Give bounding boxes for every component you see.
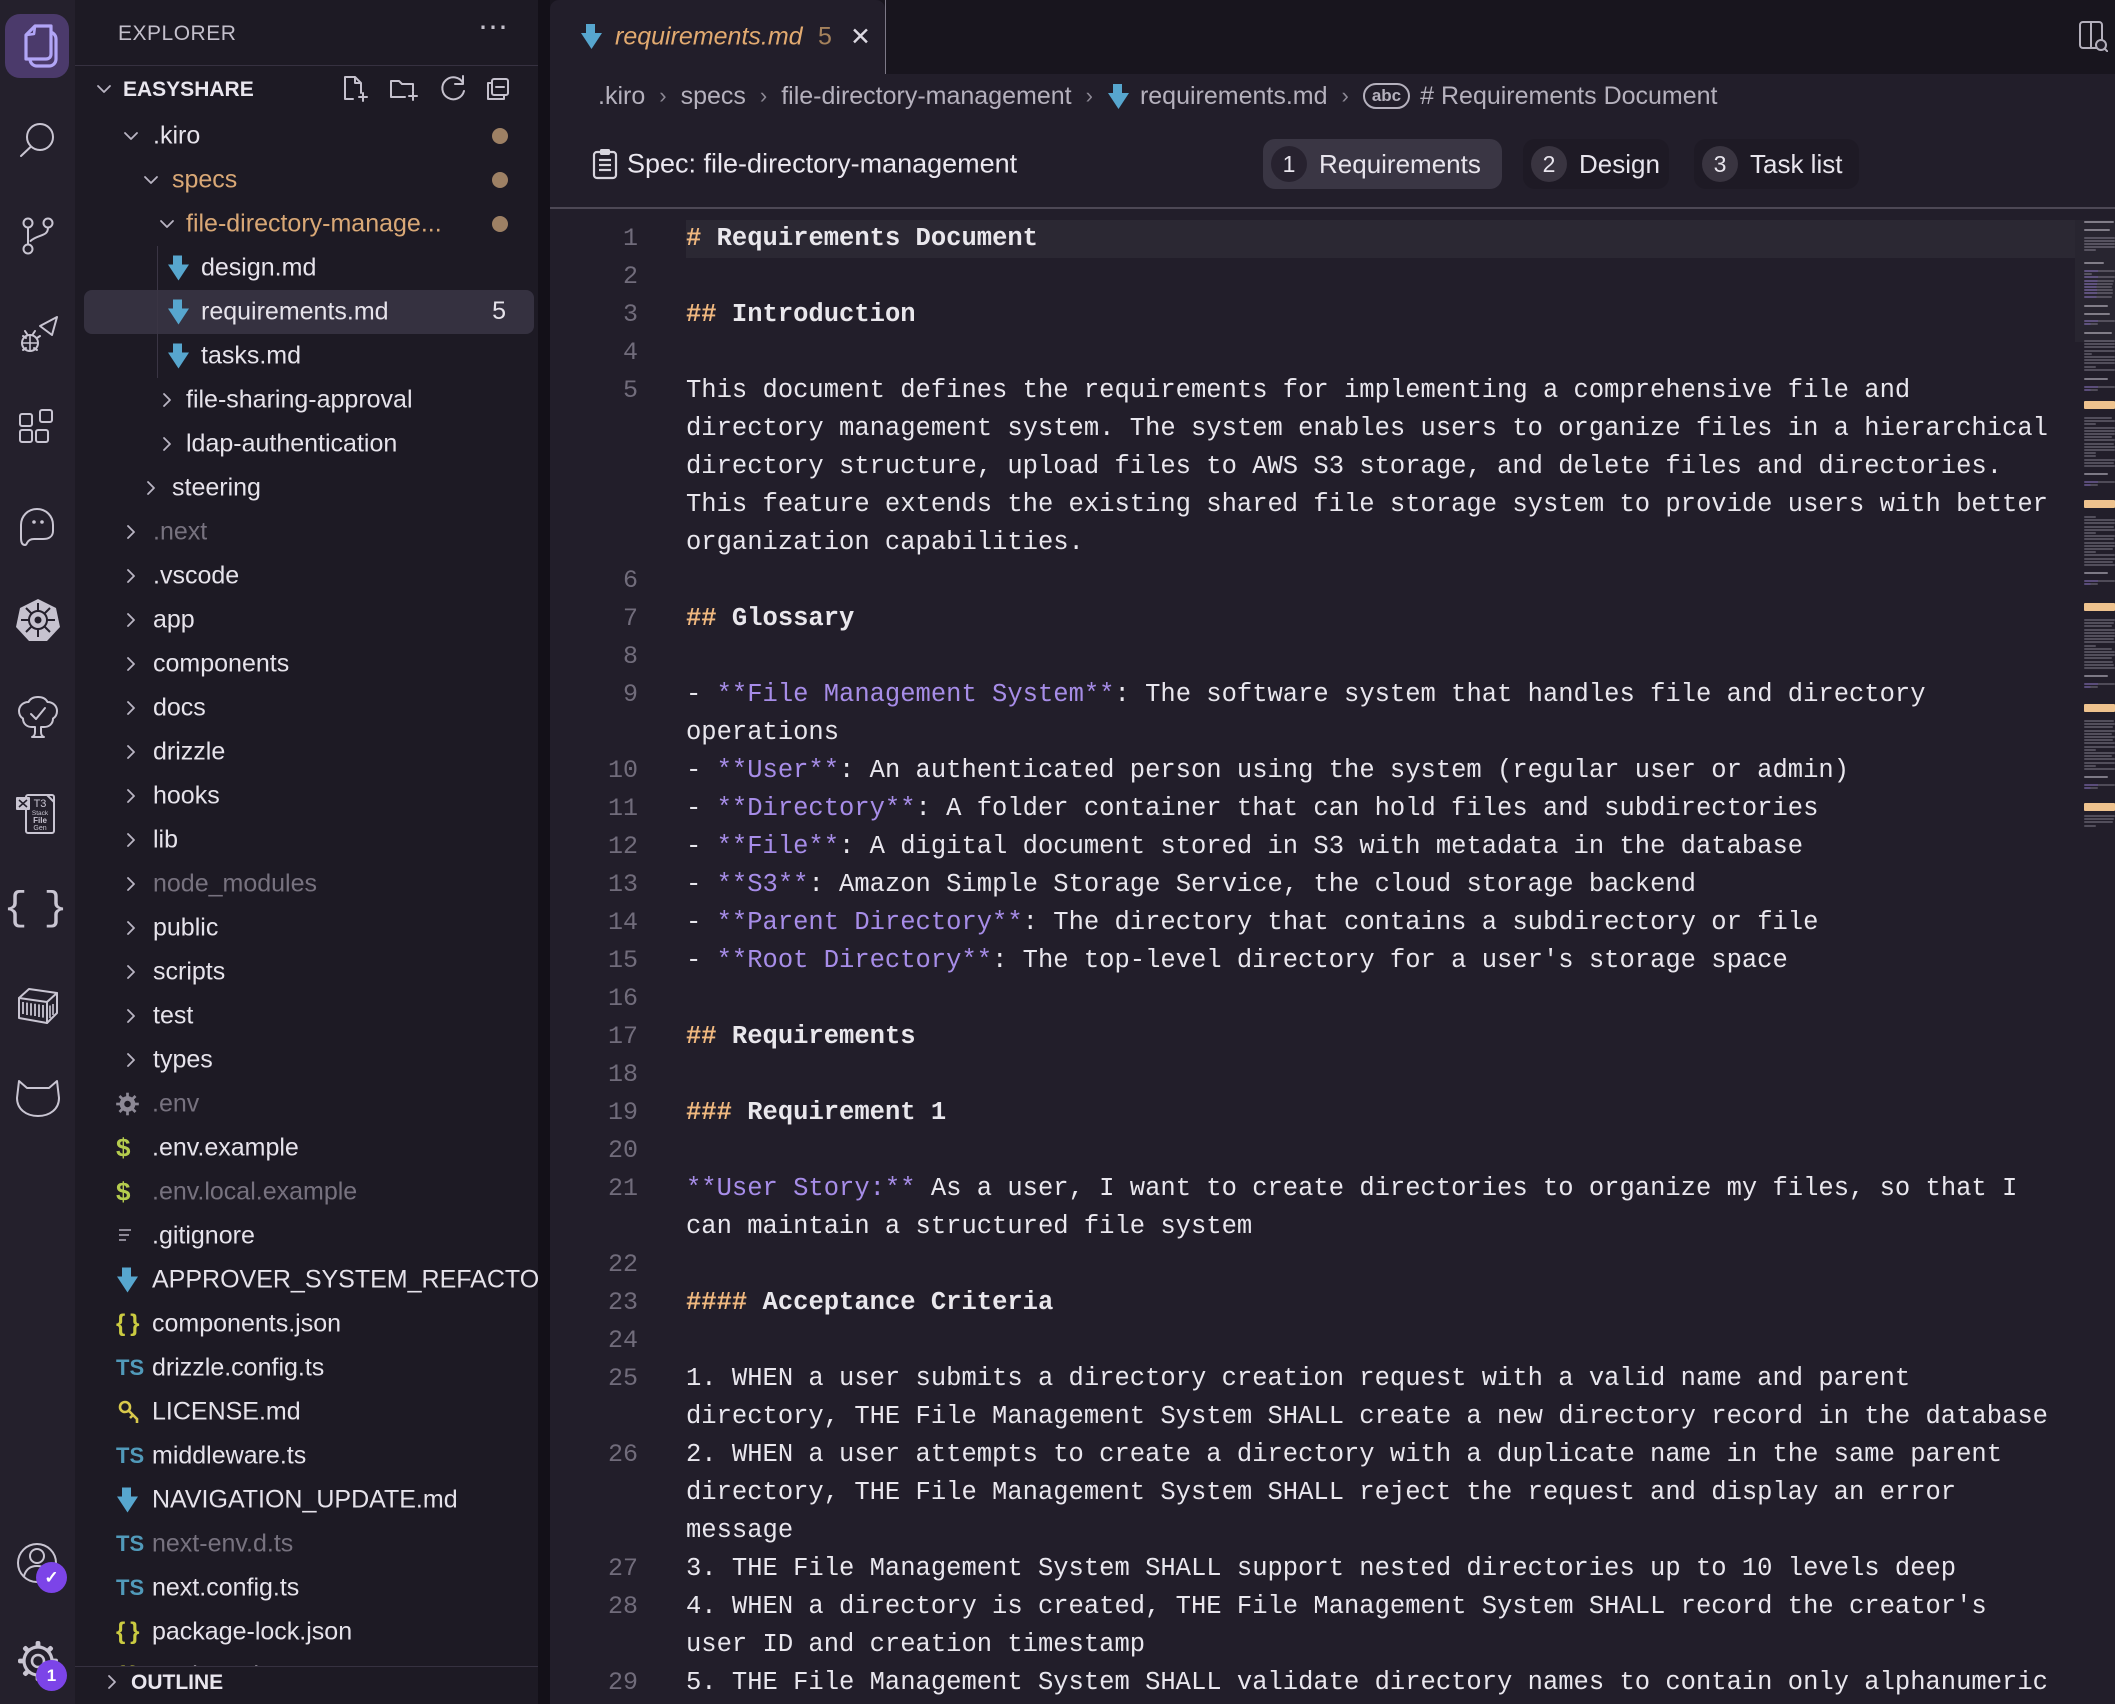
svg-text:Gen: Gen — [33, 825, 46, 832]
svg-text:File: File — [33, 816, 47, 825]
svg-text:T3: T3 — [33, 798, 46, 810]
